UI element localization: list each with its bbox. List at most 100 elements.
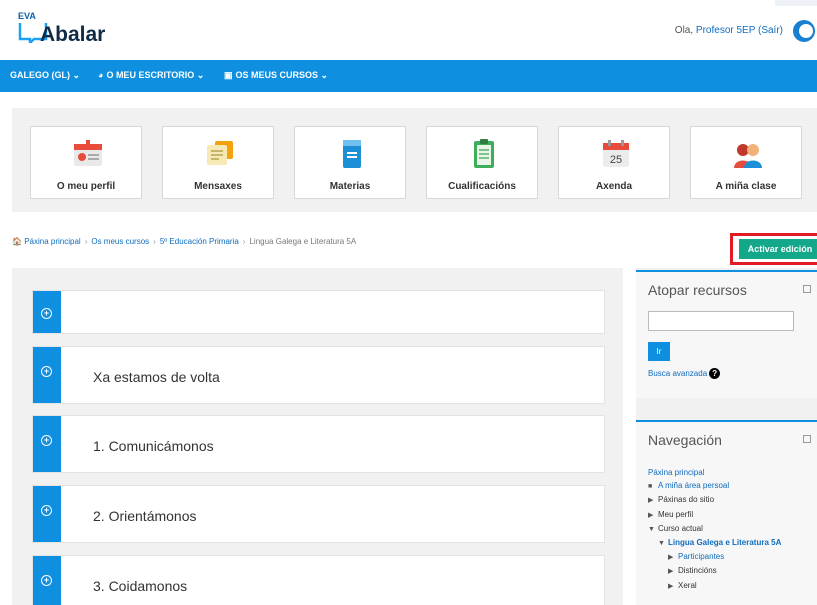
- section-title: 1. Comunicámonos: [93, 438, 214, 454]
- search-go-button[interactable]: Ir: [648, 342, 670, 361]
- nav-tree-item[interactable]: ▼ Lingua Galega e Literatura 5A: [648, 536, 781, 550]
- right-sidebar: Atopar recursos Ir Busca avanzada? Naveg…: [636, 268, 817, 605]
- breadcrumb-my-courses-link[interactable]: Os meus cursos: [91, 237, 149, 246]
- nav-tree-item[interactable]: ▼ Curso actual: [648, 522, 781, 536]
- navigation-tree: Páxina principal ■ A miña área persoal ▶ P…: [648, 466, 781, 593]
- expand-icon[interactable]: +: [41, 505, 52, 516]
- nav-tree-label: Participantes: [678, 552, 725, 562]
- tile-label: Materias: [329, 181, 371, 192]
- nav-tree-item[interactable]: Páxina principal: [648, 466, 781, 479]
- help-icon[interactable]: ?: [709, 368, 721, 379]
- section-title: 3. Coidamonos: [93, 578, 188, 594]
- course-section[interactable]: + Xa estamos de volta: [32, 346, 605, 404]
- breadcrumb: 🏠 Páxina principal › Os meus cursos › 5º Edu…: [12, 237, 356, 246]
- collapse-icon[interactable]: [803, 285, 811, 293]
- triangle-right-icon: ▶: [648, 497, 654, 505]
- course-section[interactable]: + 1. Comunicámonos: [32, 415, 605, 473]
- eva-abalar-logo[interactable]: EVA Abalar: [18, 11, 128, 49]
- logo-eva-text: EVA: [18, 11, 36, 21]
- home-icon: 🏠: [12, 237, 22, 246]
- triangle-down-icon: ▼: [658, 540, 665, 548]
- chevron-down-icon: ⌄: [72, 70, 81, 80]
- tile-subjects[interactable]: Materias: [294, 126, 406, 199]
- nav-tree-label: Páxinas do sitio: [658, 495, 715, 505]
- corner-tab: [775, 0, 817, 6]
- chevron-right-icon: ›: [84, 237, 88, 246]
- course-section[interactable]: + 3. Coidamonos: [32, 555, 605, 605]
- course-content: + + Xa estamos de volta + 1. Comunicámon…: [12, 268, 623, 605]
- nav-tree-item[interactable]: ▶ Meu perfil: [648, 508, 781, 522]
- nav-tree-label: Distincións: [678, 566, 717, 576]
- tile-label: Cualificacións: [448, 181, 516, 192]
- tile-messages[interactable]: Mensaxes: [162, 126, 274, 199]
- advanced-search-link[interactable]: Busca avanzada?: [648, 368, 721, 379]
- book-icon: [343, 140, 361, 168]
- expand-icon[interactable]: +: [41, 575, 52, 586]
- tile-label: O meu perfil: [56, 181, 116, 192]
- breadcrumb-grade-link[interactable]: 5º Educación Primaria: [160, 237, 239, 246]
- bullet-icon: ■: [648, 483, 653, 491]
- nav-dashboard-label: O MEU ESCRITORIO: [106, 70, 195, 80]
- quick-access-tiles: O meu perfil Mensaxes Materias Cualifica…: [12, 108, 817, 212]
- user-logout-link[interactable]: Profesor 5EP (Saír): [696, 25, 783, 36]
- nav-tree-item[interactable]: ▶ Participantes: [648, 550, 781, 564]
- expand-icon[interactable]: +: [41, 366, 52, 377]
- triangle-right-icon: ▶: [648, 511, 654, 519]
- clipboard-icon: [474, 139, 494, 168]
- user-info: Ola, Profesor 5EP (Saír): [675, 25, 783, 36]
- avatar[interactable]: [793, 20, 815, 42]
- course-section[interactable]: + 2. Orientámonos: [32, 485, 605, 543]
- navigation-block-title: Navegación: [648, 432, 722, 448]
- nav-dashboard-menu[interactable]: ◕ O MEU ESCRITORIO ⌄: [98, 70, 204, 81]
- advanced-search-label: Busca avanzada: [648, 369, 708, 378]
- nav-tree-item[interactable]: ▶ Distincións: [648, 564, 781, 578]
- expand-icon[interactable]: +: [41, 308, 52, 319]
- search-input[interactable]: [648, 311, 794, 331]
- nav-tree-label: Meu perfil: [658, 509, 694, 519]
- tile-my-profile[interactable]: O meu perfil: [30, 126, 142, 199]
- logo-name: Abalar: [40, 23, 106, 46]
- tile-agenda[interactable]: 25 Axenda: [558, 126, 670, 199]
- breadcrumb-home-link[interactable]: Páxina principal: [24, 237, 80, 246]
- tile-label: Axenda: [595, 181, 633, 192]
- profile-card-icon: [74, 140, 102, 166]
- nav-tree-label: Xeral: [678, 580, 697, 590]
- nav-tree-label: A miña área persoal: [658, 481, 730, 491]
- greeting-text: Ola,: [674, 25, 696, 36]
- nav-language-menu[interactable]: GALEGO (GL) ⌄: [10, 70, 80, 81]
- main-navbar: GALEGO (GL) ⌄ ◕ O MEU ESCRITORIO ⌄ ▣ OS ME…: [0, 60, 817, 92]
- nav-language-label: GALEGO (GL): [10, 70, 70, 80]
- nav-courses-label: OS MEUS CURSOS: [235, 70, 319, 80]
- search-block: Atopar recursos Ir Busca avanzada?: [636, 270, 817, 398]
- triangle-right-icon: ▶: [668, 554, 674, 562]
- nav-tree-label: Páxina principal: [648, 468, 705, 477]
- triangle-right-icon: ▶: [668, 582, 674, 590]
- tile-my-class[interactable]: A miña clase: [690, 126, 802, 199]
- course-section[interactable]: +: [32, 290, 605, 334]
- class-people-icon: [734, 144, 762, 168]
- nav-tree-label: Lingua Galega e Literatura 5A: [668, 538, 782, 548]
- section-title: 2. Orientámonos: [93, 508, 197, 524]
- breadcrumb-current: Lingua Galega e Literatura 5A: [249, 237, 357, 246]
- nav-tree-label: Curso actual: [658, 523, 703, 533]
- nav-tree-item[interactable]: ■ A miña área persoal: [648, 479, 781, 493]
- nav-courses-menu[interactable]: ▣ OS MEUS CURSOS ⌄: [224, 70, 328, 81]
- messages-icon: [207, 141, 233, 165]
- triangle-down-icon: ▼: [648, 525, 655, 533]
- top-header: EVA Abalar Ola, Profesor 5EP (Saír): [0, 0, 817, 60]
- chevron-right-icon: ›: [153, 237, 156, 246]
- chevron-down-icon: ⌄: [196, 70, 205, 80]
- collapse-icon[interactable]: [803, 435, 811, 443]
- nav-tree-item[interactable]: ▶ Páxinas do sitio: [648, 493, 781, 507]
- chevron-down-icon: ⌄: [320, 70, 329, 80]
- briefcase-icon: ▣: [224, 70, 233, 80]
- nav-tree-item[interactable]: ▶ Xeral: [648, 579, 781, 593]
- tile-grades[interactable]: Cualificacións: [426, 126, 538, 199]
- tile-label: Mensaxes: [194, 181, 242, 192]
- expand-icon[interactable]: +: [41, 435, 52, 446]
- section-title: Xa estamos de volta: [93, 369, 220, 385]
- calendar-day-number: 25: [610, 154, 622, 166]
- activate-editing-button[interactable]: Activar edición: [739, 239, 817, 259]
- chevron-right-icon: ›: [242, 237, 246, 246]
- navigation-block: Navegación Páxina principal ■ A miña área…: [636, 420, 817, 605]
